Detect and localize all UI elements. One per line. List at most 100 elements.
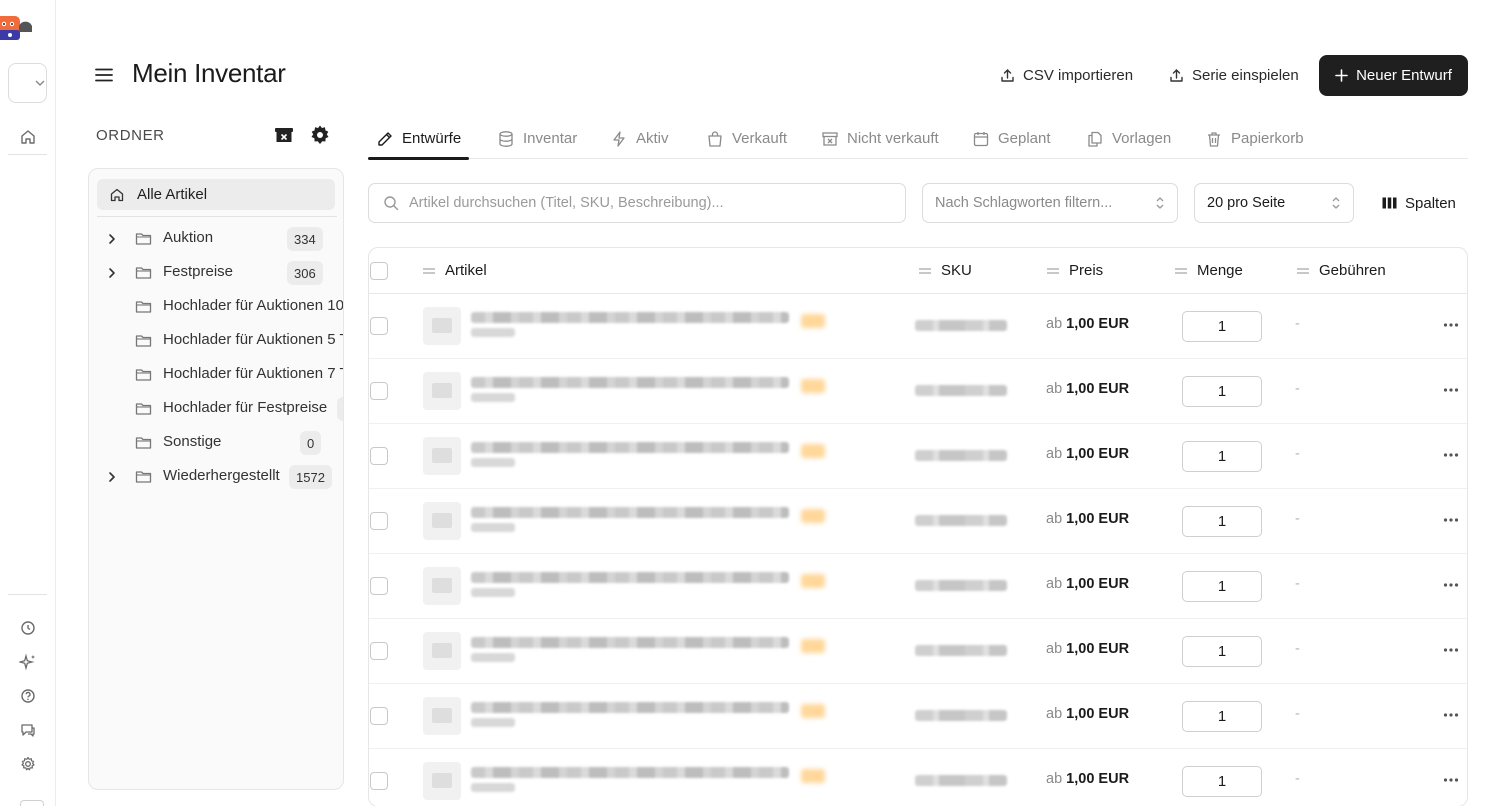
table-row[interactable]: ab 1,00 EUR 1 - — [369, 294, 1467, 359]
table-row[interactable]: ab 1,00 EUR 1 - — [369, 749, 1467, 806]
tab-papierkorb[interactable]: Papierkorb — [1197, 118, 1312, 159]
tab-geplant[interactable]: Geplant — [964, 118, 1059, 159]
search-box[interactable] — [368, 183, 906, 223]
column-header-artikel[interactable]: Artikel — [423, 262, 487, 279]
quantity-input[interactable]: 1 — [1182, 766, 1262, 797]
item-thumbnail[interactable] — [423, 762, 461, 800]
tab-vorlagen[interactable]: Vorlagen — [1078, 118, 1179, 159]
row-checkbox[interactable] — [370, 642, 388, 660]
clock-icon[interactable] — [19, 619, 37, 637]
drag-handle-icon[interactable] — [1175, 266, 1187, 276]
tab-nicht-verkauft[interactable]: Nicht verkauft — [813, 118, 947, 159]
app-logo-icon[interactable] — [0, 12, 34, 42]
table-row[interactable]: ab 1,00 EUR 1 - — [369, 554, 1467, 619]
item-title-redacted[interactable] — [471, 312, 789, 323]
row-checkbox[interactable] — [370, 447, 388, 465]
folder-item[interactable]: Auktion 334 — [89, 224, 343, 254]
column-header-preis[interactable]: Preis — [1047, 262, 1103, 279]
row-checkbox[interactable] — [370, 512, 388, 530]
quantity-input[interactable]: 1 — [1182, 506, 1262, 537]
folder-item[interactable]: Sonstige 0 — [89, 428, 343, 458]
more-actions-icon[interactable] — [1443, 452, 1459, 458]
row-checkbox[interactable] — [370, 317, 388, 335]
account-avatar[interactable] — [20, 800, 44, 806]
tab-verkauft[interactable]: Verkauft — [698, 118, 795, 159]
more-actions-icon[interactable] — [1443, 322, 1459, 328]
settings-gear-icon[interactable] — [19, 755, 37, 773]
item-thumbnail[interactable] — [423, 372, 461, 410]
quantity-input[interactable]: 1 — [1182, 311, 1262, 342]
row-checkbox[interactable] — [370, 577, 388, 595]
table-row[interactable]: ab 1,00 EUR 1 - — [369, 489, 1467, 554]
row-checkbox[interactable] — [370, 382, 388, 400]
column-header-gebuehren[interactable]: Gebühren — [1297, 262, 1386, 279]
quantity-input[interactable]: 1 — [1182, 376, 1262, 407]
folder-all-items[interactable]: Alle Artikel — [97, 179, 335, 210]
menu-button[interactable] — [94, 64, 114, 86]
chevron-right-icon[interactable] — [105, 266, 119, 280]
sparkles-icon[interactable] — [19, 653, 37, 671]
column-header-menge[interactable]: Menge — [1175, 262, 1243, 279]
folder-item[interactable]: Hochlader für Auktionen 5 T — [89, 326, 343, 356]
item-thumbnail[interactable] — [423, 632, 461, 670]
item-thumbnail[interactable] — [423, 437, 461, 475]
folder-item[interactable]: Wiederhergestellt 1572 — [89, 462, 343, 492]
column-header-sku[interactable]: SKU — [919, 262, 972, 279]
item-thumbnail[interactable] — [423, 567, 461, 605]
tab-inventar[interactable]: Inventar — [489, 118, 585, 159]
more-actions-icon[interactable] — [1443, 777, 1459, 783]
drag-handle-icon[interactable] — [1047, 266, 1059, 276]
search-input[interactable] — [409, 195, 889, 211]
more-actions-icon[interactable] — [1443, 517, 1459, 523]
help-icon[interactable] — [19, 687, 37, 705]
more-actions-icon[interactable] — [1443, 712, 1459, 718]
drag-handle-icon[interactable] — [1297, 266, 1309, 276]
series-import-button[interactable]: Serie einspielen — [1169, 60, 1299, 90]
folder-item[interactable]: Hochlader für Auktionen 7 T — [89, 360, 343, 390]
table-row[interactable]: ab 1,00 EUR 1 - — [369, 424, 1467, 489]
item-title-redacted[interactable] — [471, 572, 789, 583]
item-thumbnail[interactable] — [423, 697, 461, 735]
chevron-right-icon[interactable] — [105, 470, 119, 484]
item-thumbnail[interactable] — [423, 502, 461, 540]
tab-entwürfe[interactable]: Entwürfe — [368, 118, 470, 160]
home-icon[interactable] — [19, 128, 37, 146]
item-title-redacted[interactable] — [471, 767, 789, 778]
more-actions-icon[interactable] — [1443, 647, 1459, 653]
item-title-redacted[interactable] — [471, 507, 789, 518]
table-row[interactable]: ab 1,00 EUR 1 - — [369, 684, 1467, 749]
more-actions-icon[interactable] — [1443, 387, 1459, 393]
workspace-select[interactable] — [8, 63, 47, 103]
table-row[interactable]: ab 1,00 EUR 1 - — [369, 359, 1467, 424]
tab-aktiv[interactable]: Aktiv — [602, 118, 677, 159]
folder-item[interactable]: Hochlader für Festpreise 0 — [89, 394, 343, 424]
drag-handle-icon[interactable] — [423, 266, 435, 276]
item-title-redacted[interactable] — [471, 637, 789, 648]
item-title-redacted[interactable] — [471, 702, 789, 713]
drag-handle-icon[interactable] — [919, 266, 931, 276]
quantity-input[interactable]: 1 — [1182, 636, 1262, 667]
item-title-redacted[interactable] — [471, 442, 789, 453]
chat-icon[interactable] — [19, 721, 37, 739]
archive-x-icon[interactable] — [273, 124, 295, 146]
gear-icon[interactable] — [309, 124, 331, 146]
row-checkbox[interactable] — [370, 707, 388, 725]
columns-button[interactable]: Spalten — [1382, 192, 1456, 214]
quantity-input[interactable]: 1 — [1182, 701, 1262, 732]
new-draft-button[interactable]: Neuer Entwurf — [1319, 55, 1468, 96]
folder-item[interactable]: Festpreise 306 — [89, 258, 343, 288]
select-all-checkbox[interactable] — [370, 262, 388, 280]
quantity-input[interactable]: 1 — [1182, 571, 1262, 602]
item-thumbnail[interactable] — [423, 307, 461, 345]
quantity-input[interactable]: 1 — [1182, 441, 1262, 472]
tag-filter-select[interactable]: Nach Schlagworten filtern... — [922, 183, 1178, 223]
chevron-right-icon[interactable] — [105, 232, 119, 246]
folder-item[interactable]: Hochlader für Auktionen 10 — [89, 292, 343, 322]
more-actions-icon[interactable] — [1443, 582, 1459, 588]
item-title-redacted[interactable] — [471, 377, 789, 388]
table-row[interactable]: ab 1,00 EUR 1 - — [369, 619, 1467, 684]
per-page-select[interactable]: 20 pro Seite — [1194, 183, 1354, 223]
row-checkbox[interactable] — [370, 772, 388, 790]
column-label: Preis — [1069, 262, 1104, 279]
csv-import-button[interactable]: CSV importieren — [1000, 60, 1133, 90]
